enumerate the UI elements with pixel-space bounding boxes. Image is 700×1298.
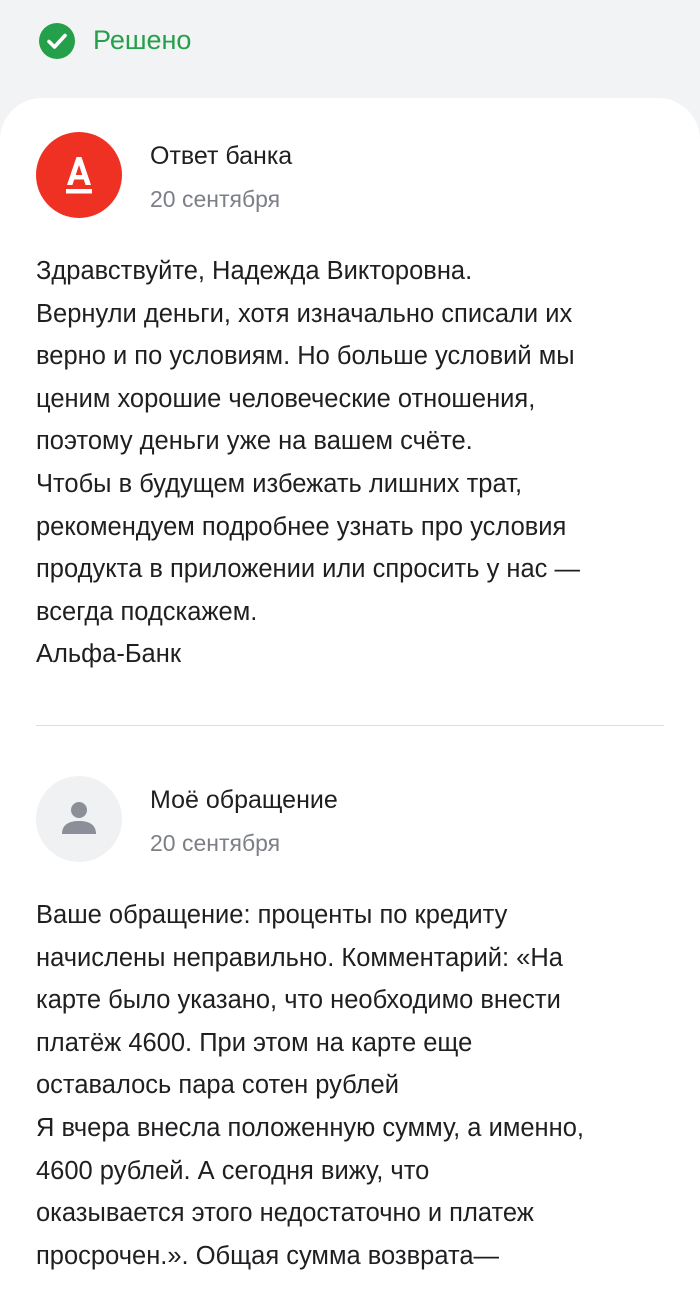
- message-line: рекомендуем подробнее узнать про условия: [36, 512, 567, 541]
- avatar: [36, 132, 122, 218]
- message-author: Ответ банка: [150, 142, 293, 170]
- conversation-card: Ответ банка 20 сентября Здравствуйте, На…: [0, 98, 700, 1298]
- message-date: 20 сентября: [150, 186, 281, 212]
- user-icon: [62, 802, 96, 834]
- message-line: просрочен.». Общая сумма возврата—: [36, 1241, 500, 1270]
- message-line: карте было указано, что необходимо внест…: [36, 986, 561, 1015]
- message-line: верно и по условиям. Но больше условий м…: [36, 342, 575, 371]
- message-author: Моё обращение: [150, 786, 338, 814]
- message-date: 20 сентября: [150, 830, 281, 856]
- alfa-bank-logo-icon: [66, 157, 92, 194]
- message-line: продукта в приложении или спросить у нас…: [36, 555, 581, 584]
- message-body: Здравствуйте, Надежда Викторовна. Вернул…: [36, 250, 676, 676]
- message-line: Альфа-Банк: [36, 640, 181, 669]
- message-line: Чтобы в будущем избежать лишних трат,: [36, 469, 523, 498]
- message-line: платёж 4600. При этом на карте еще: [36, 1028, 473, 1057]
- message-line: Вернули деньги, хотя изначально списали …: [36, 299, 573, 328]
- message-line: оказывается этого недостаточно и платеж: [36, 1199, 534, 1228]
- message-line: начислены неправильно. Комментарий: «На: [36, 943, 563, 972]
- avatar: [36, 776, 122, 862]
- check-circle-icon: [39, 23, 75, 59]
- message-line: Я вчера внесла положенную сумму, а именн…: [36, 1113, 584, 1142]
- message-line: поэтому деньги уже на вашем счёте.: [36, 427, 473, 456]
- message-body: Ваше обращение: проценты по кредиту начи…: [36, 894, 676, 1277]
- message-line: 4600 рублей. А сегодня вижу, что: [36, 1156, 430, 1185]
- message-line: оставалось пара сотен рублей: [36, 1071, 399, 1100]
- message-line: Здравствуйте, Надежда Викторовна.: [36, 257, 473, 285]
- message-divider: [36, 725, 664, 726]
- message-line: всегда подскажем.: [36, 597, 258, 626]
- message-line: ценим хорошие человеческие отношения,: [36, 384, 536, 413]
- status-label: Решено: [93, 25, 192, 55]
- status-header: Решено: [0, 0, 700, 98]
- message-line: Ваше обращение: проценты по кредиту: [36, 901, 508, 929]
